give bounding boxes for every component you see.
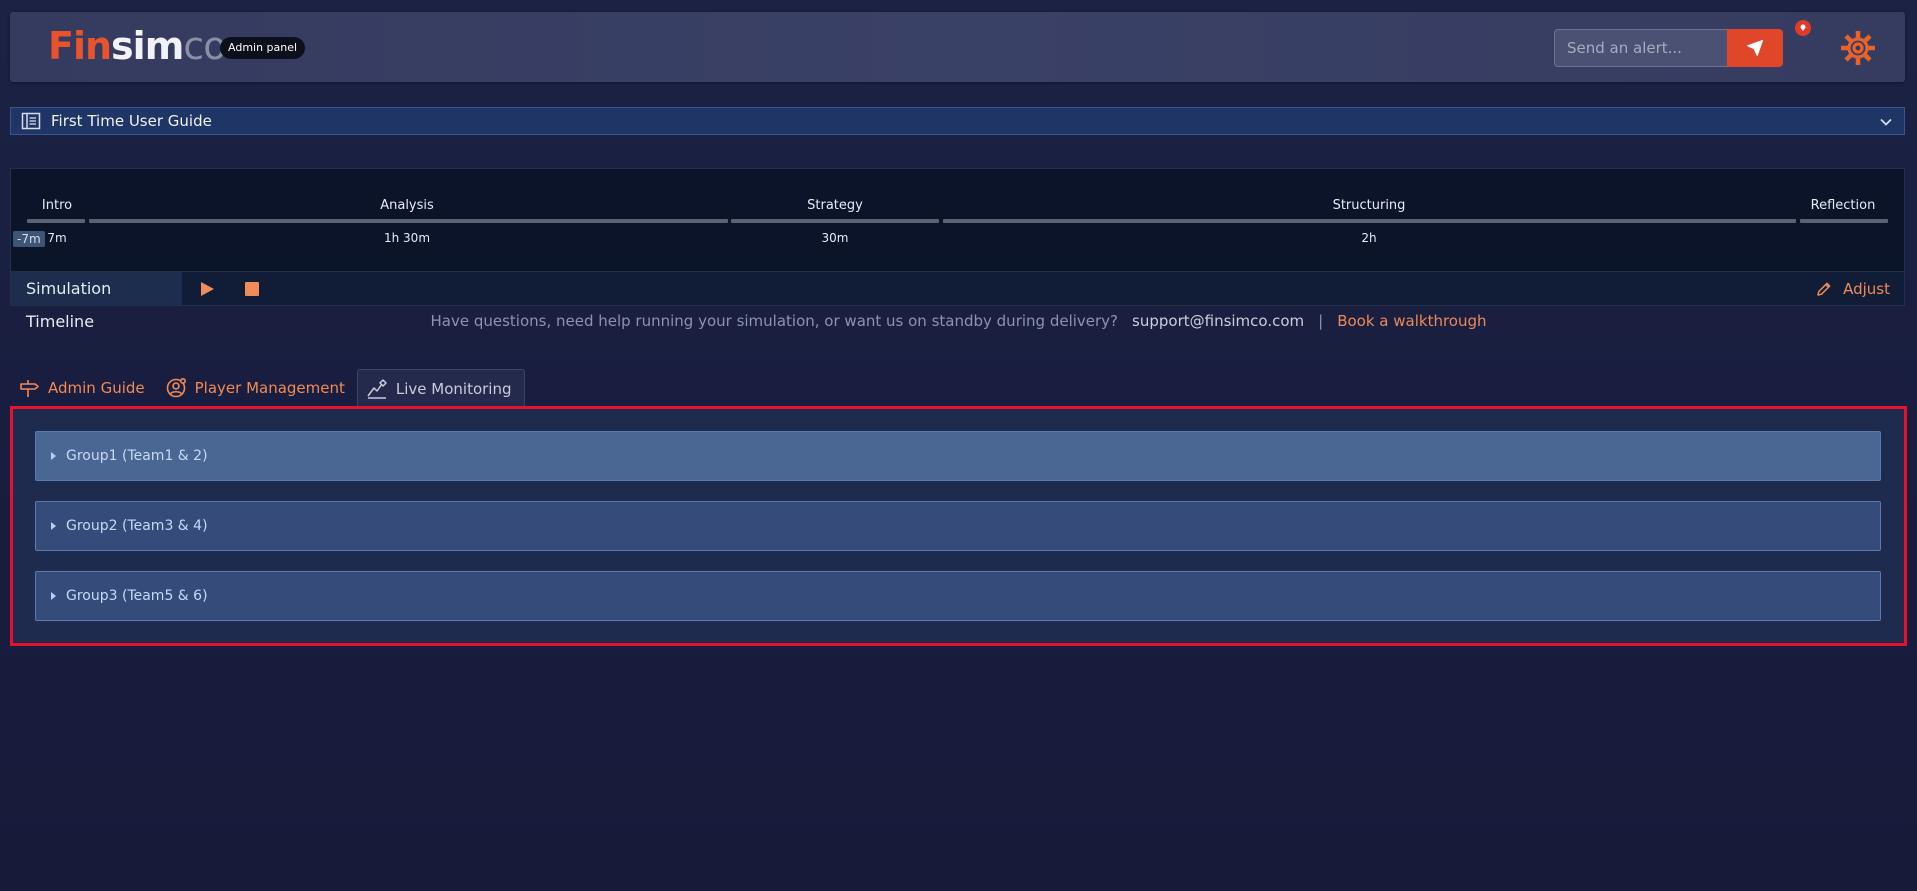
group-accordion-3[interactable]: Group3 (Team5 & 6) [35, 571, 1881, 621]
phase-bar-analysis[interactable] [89, 219, 728, 223]
adjust-button[interactable]: Adjust [1815, 272, 1890, 305]
play-icon[interactable] [199, 281, 215, 297]
timeline-controls: Simulation Timeline Adjust [10, 272, 1905, 331]
phase-bar-structuring[interactable] [943, 219, 1796, 223]
logo-part-fin: Fin [48, 24, 112, 68]
phase-duration-strategy: 30m [821, 231, 849, 245]
phase-label-analysis: Analysis [380, 198, 434, 213]
tab-admin-guide[interactable]: Admin Guide [10, 369, 157, 407]
gear-icon[interactable] [1838, 28, 1878, 68]
tab-live-monitoring-label: Live Monitoring [395, 379, 512, 398]
phase-label-structuring: Structuring [1332, 198, 1406, 213]
send-alert-button[interactable] [1727, 29, 1783, 67]
logo-part-sim: sim [111, 24, 184, 68]
guide-title: First Time User Guide [51, 112, 212, 130]
caret-right-icon [51, 452, 56, 460]
group-accordion-2[interactable]: Group2 (Team3 & 4) [35, 501, 1881, 551]
phase-duration-structuring: 2h [1361, 231, 1377, 245]
monitoring-icon [367, 378, 387, 399]
support-email-link[interactable]: support@finsimco.com [1132, 312, 1304, 330]
help-separator: | [1318, 312, 1324, 330]
tab-player-management[interactable]: Player Management [157, 369, 357, 407]
user-settings-icon [166, 377, 186, 398]
adjust-label: Adjust [1843, 279, 1890, 298]
pencil-icon [1817, 282, 1831, 296]
group-accordion-1[interactable]: Group1 (Team1 & 2) [35, 431, 1881, 481]
phase-label-intro: Intro [41, 198, 73, 213]
group-label: Group3 (Team5 & 6) [66, 588, 208, 604]
help-line: Have questions, need help running your s… [0, 312, 1917, 330]
first-time-user-guide-toggle[interactable]: First Time User Guide [10, 107, 1905, 135]
simulation-timeline: Intro Analysis Strategy Structuring Refl… [10, 168, 1905, 272]
caret-right-icon [51, 592, 56, 600]
group-label: Group2 (Team3 & 4) [66, 518, 208, 534]
phase-bar-intro[interactable] [27, 219, 85, 223]
signpost-icon [20, 380, 39, 397]
tab-live-monitoring[interactable]: Live Monitoring [356, 369, 525, 407]
timeline-offset-badge: -7m [13, 231, 45, 247]
phase-bar-strategy[interactable] [731, 219, 939, 223]
phase-duration-analysis: 1h 30m [383, 231, 431, 245]
stop-icon[interactable] [245, 282, 259, 296]
phase-duration-intro: 7m [47, 231, 67, 245]
exclamation-icon [1800, 24, 1806, 31]
live-monitoring-panel: Group1 (Team1 & 2) Group2 (Team3 & 4) Gr… [10, 406, 1907, 646]
group-label: Group1 (Team1 & 2) [66, 448, 208, 464]
phase-bar-reflection[interactable] [1800, 219, 1888, 223]
simulation-timeline-label: Simulation Timeline [11, 272, 182, 331]
phase-label-strategy: Strategy [807, 198, 863, 213]
book-walkthrough-link[interactable]: Book a walkthrough [1337, 312, 1486, 330]
send-alert-input[interactable] [1554, 29, 1730, 67]
finsimco-logo[interactable]: Finsimco [48, 24, 226, 68]
paper-plane-icon [1746, 39, 1764, 57]
phase-label-reflection: Reflection [1810, 198, 1876, 213]
help-question: Have questions, need help running your s… [430, 312, 1119, 330]
alert-notification-icon[interactable] [1795, 20, 1811, 36]
admin-panel-badge: Admin panel [220, 37, 306, 59]
tab-player-management-label: Player Management [194, 379, 345, 397]
caret-right-icon [51, 522, 56, 530]
admin-tabs: Admin Guide Player Management Live Monit… [10, 369, 525, 407]
app-header: Finsimco Admin panel [10, 12, 1905, 82]
guide-book-icon [21, 112, 41, 130]
chevron-down-icon [1880, 118, 1892, 126]
tab-admin-guide-label: Admin Guide [48, 379, 145, 397]
